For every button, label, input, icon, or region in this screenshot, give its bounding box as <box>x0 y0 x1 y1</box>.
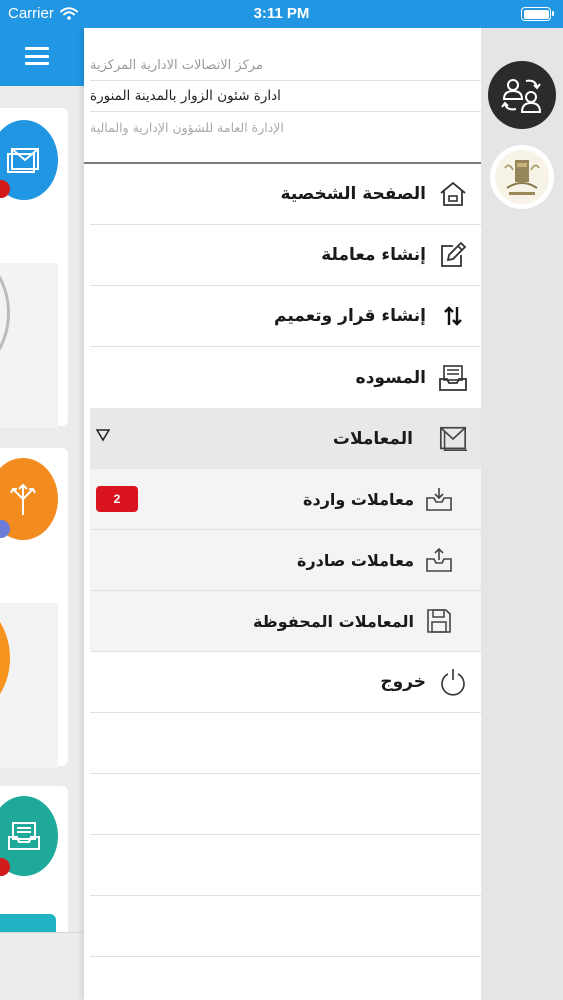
org-line-department: ادارة شئون الزوار بالمدينة المنورة <box>90 81 481 112</box>
empty-row <box>90 896 481 957</box>
org-header: مركز الاتصالات الادارية المركزية ادارة ش… <box>84 28 481 164</box>
menu-item-saved[interactable]: المعاملات المحفوظة <box>90 591 481 652</box>
navigation-drawer: مركز الاتصالات الادارية المركزية ادارة ش… <box>84 28 481 1000</box>
menu-item-label: المسوده <box>355 367 426 388</box>
menu-item-logout[interactable]: خروج <box>90 652 481 713</box>
org-line-general: الإدارة العامة للشؤون الإدارية والمالية <box>90 120 284 135</box>
menu-item-outgoing[interactable]: معاملات صادرة <box>90 530 481 591</box>
dashboard-card-drafts[interactable] <box>0 786 68 946</box>
menu-item-label: الصفحة الشخصية <box>280 184 426 204</box>
envelope-icon <box>438 424 468 454</box>
inbox-tray-icon <box>438 363 468 393</box>
switch-users-icon[interactable] <box>488 61 556 129</box>
tray-download-icon <box>424 484 454 514</box>
menu-item-label: المعاملات <box>332 428 413 449</box>
menu-item-new-transaction[interactable]: إنشاء معاملة <box>90 225 481 286</box>
app-screen: Carrier 3:11 PM مركز الاتصالات الادارية … <box>0 0 563 1000</box>
home-icon <box>438 179 468 209</box>
power-icon <box>438 667 468 697</box>
status-time: 3:11 PM <box>253 5 310 22</box>
menu-item-new-decision[interactable]: إنشاء قرار وتعميم <box>90 286 481 347</box>
empty-row <box>90 835 481 896</box>
menu-item-profile[interactable]: الصفحة الشخصية <box>90 164 481 225</box>
tray-upload-icon <box>424 545 454 575</box>
hamburger-icon[interactable] <box>25 47 49 65</box>
menu-item-drafts[interactable]: المسوده <box>90 347 481 408</box>
menu-item-incoming[interactable]: 2 معاملات واردة <box>90 469 481 530</box>
dashboard-card-decisions[interactable] <box>0 448 68 768</box>
app-topbar <box>0 28 84 86</box>
battery-fill <box>523 9 549 19</box>
menu-item-label: خروج <box>380 672 426 692</box>
swap-vertical-icon <box>438 301 468 331</box>
card-body <box>0 603 58 768</box>
menu-item-label: معاملات صادرة <box>297 550 414 570</box>
background-app <box>0 28 84 1000</box>
expand-triangle-icon[interactable] <box>96 428 110 442</box>
menu-item-transactions[interactable]: المعاملات <box>90 408 481 469</box>
card-body <box>0 263 58 428</box>
menu-item-label: إنشاء معاملة <box>321 245 426 265</box>
battery-icon <box>521 7 554 21</box>
right-rail <box>481 28 563 1000</box>
background-footer <box>0 932 84 1000</box>
edit-icon <box>438 240 468 270</box>
menu-item-label: معاملات واردة <box>303 489 414 509</box>
status-bar: Carrier 3:11 PM <box>0 0 563 28</box>
empty-row <box>90 713 481 774</box>
dashboard-card-incoming[interactable] <box>0 108 68 428</box>
empty-row <box>90 774 481 835</box>
floppy-disk-icon <box>424 606 454 636</box>
menu-item-label: إنشاء قرار وتعميم <box>274 306 426 326</box>
organization-logo[interactable] <box>490 145 554 209</box>
org-line-primary: مركز الاتصالات الادارية المركزية <box>90 50 481 81</box>
menu-item-label: المعاملات المحفوظة <box>252 611 414 631</box>
incoming-count-badge: 2 <box>96 486 138 512</box>
